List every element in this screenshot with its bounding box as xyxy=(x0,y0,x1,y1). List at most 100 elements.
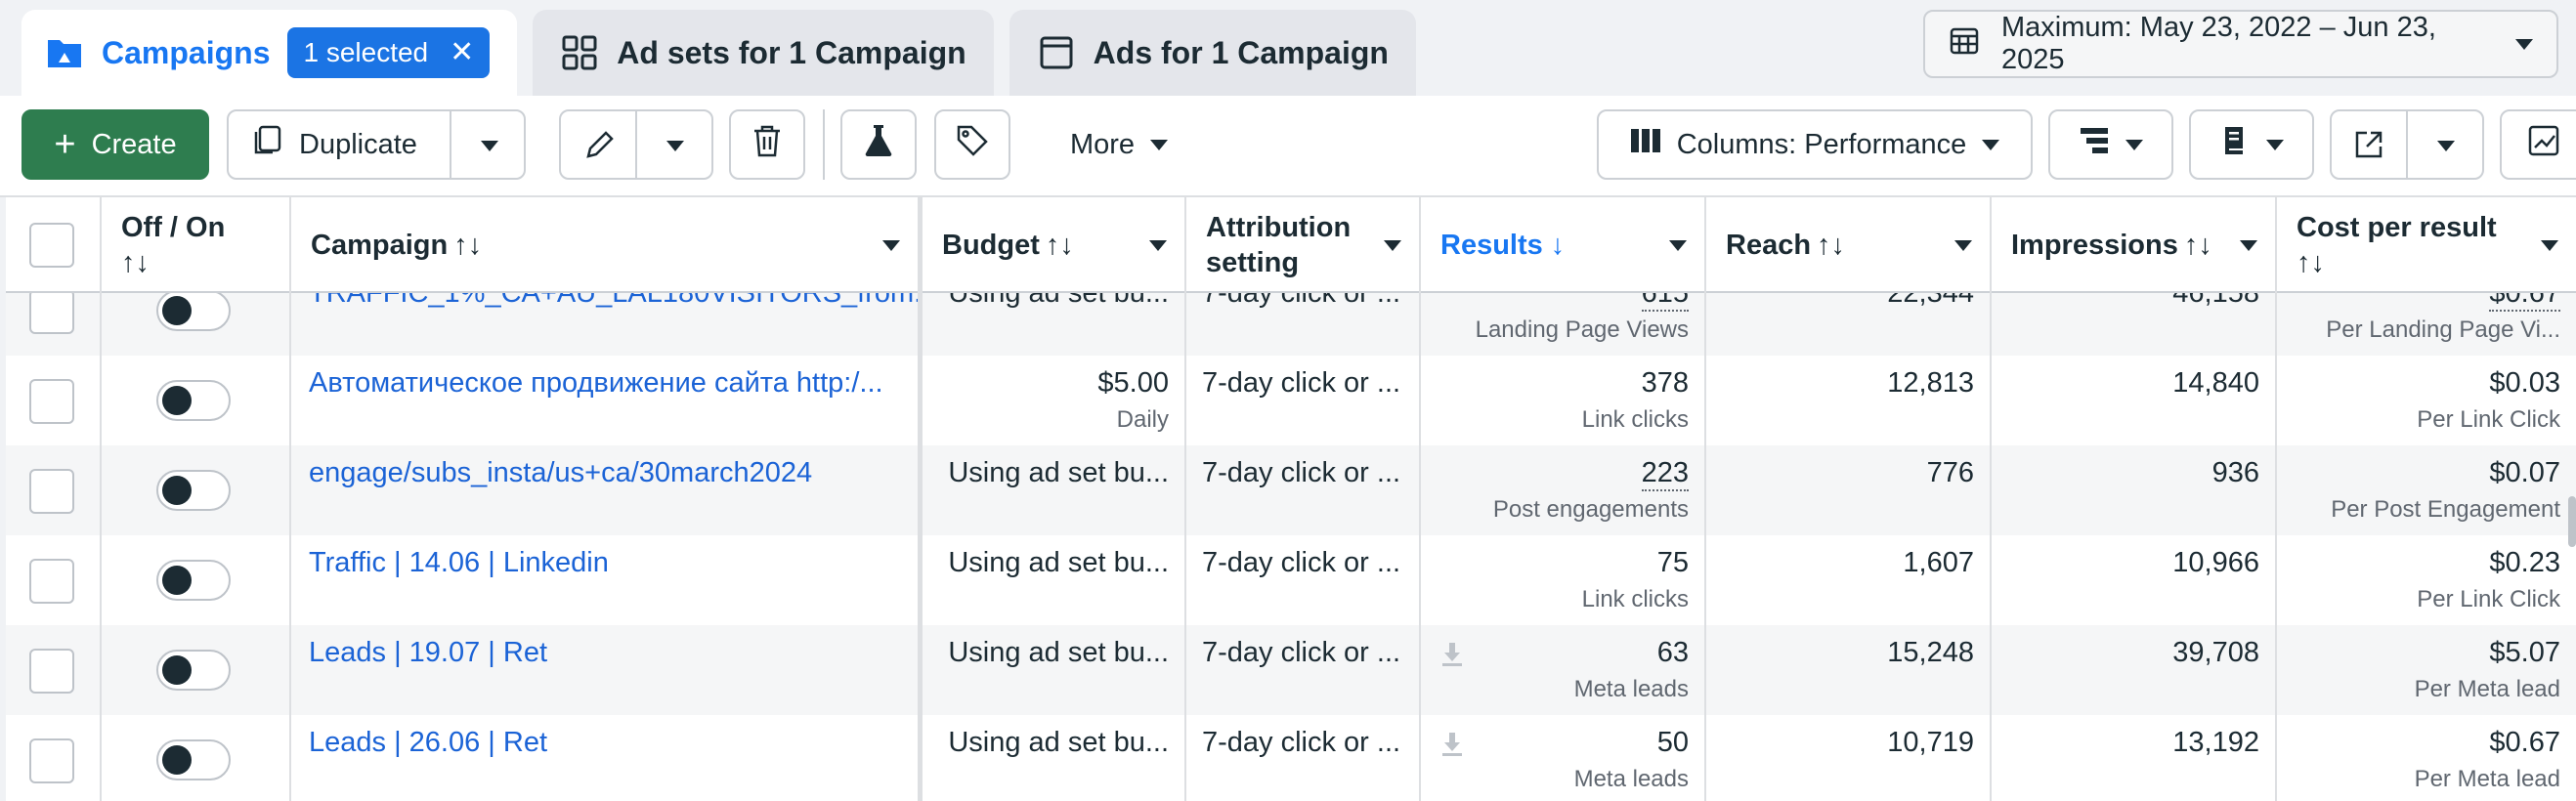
columns-button[interactable]: Columns: Performance xyxy=(1597,109,2033,180)
campaign-cell: Leads | 19.07 | Ret xyxy=(291,625,923,715)
select-all-checkbox[interactable] xyxy=(29,223,74,268)
header-reach[interactable]: Reach ↑↓ xyxy=(1706,197,1992,293)
results-cell: 223 Post engagements xyxy=(1421,445,1706,535)
date-range-picker[interactable]: Maximum: May 23, 2022 – Jun 23, 2025 xyxy=(1923,10,2558,78)
tab-adsets[interactable]: Ad sets for 1 Campaign xyxy=(533,10,994,96)
header-cost-per-result[interactable]: Cost per result ↑↓ xyxy=(2277,197,2576,293)
header-campaign[interactable]: Campaign ↑↓ xyxy=(291,197,923,293)
campaign-toggle[interactable] xyxy=(156,380,231,421)
tag-button[interactable] xyxy=(934,109,1010,180)
column-menu-icon[interactable] xyxy=(2541,240,2558,251)
tab-ads[interactable]: Ads for 1 Campaign xyxy=(1009,10,1416,96)
header-results[interactable]: Results ↓ xyxy=(1421,197,1706,293)
results-type: Link clicks xyxy=(1581,586,1689,612)
campaign-toggle[interactable] xyxy=(156,290,231,331)
cpr-cell: $0.07 Per Post Engagement xyxy=(2277,445,2576,535)
row-checkbox[interactable] xyxy=(29,738,74,783)
breakdown-dropdown-icon xyxy=(2125,139,2143,150)
reports-button[interactable] xyxy=(2189,109,2314,180)
impressions-value: 13,192 xyxy=(2172,727,2259,758)
column-menu-icon[interactable] xyxy=(1954,240,1972,251)
results-type: Meta leads xyxy=(1573,676,1689,702)
row-checkbox[interactable] xyxy=(29,559,74,604)
header-impressions[interactable]: Impressions ↑↓ xyxy=(1992,197,2277,293)
reports-icon xyxy=(2219,125,2251,164)
charts-button[interactable] xyxy=(2500,109,2576,180)
header-off-on[interactable]: Off / On ↑↓ xyxy=(102,197,291,293)
duplicate-button[interactable]: Duplicate xyxy=(227,109,526,180)
table-row[interactable]: Traffic | 14.06 | Linkedin Using ad set … xyxy=(6,535,2576,625)
download-icon[interactable] xyxy=(1440,731,1464,758)
level-tabs: Campaigns 1 selected ✕ Ad sets for 1 Cam… xyxy=(21,10,1416,96)
impressions-value: 39,708 xyxy=(2172,637,2259,668)
row-checkbox[interactable] xyxy=(29,379,74,424)
ad-window-icon xyxy=(1037,33,1076,72)
campaign-name-link[interactable]: Traffic | 14.06 | Linkedin xyxy=(309,547,609,579)
selected-badge[interactable]: 1 selected ✕ xyxy=(287,27,491,78)
toggle-cell xyxy=(102,715,291,801)
campaign-name-link[interactable]: Автоматическое продвижение сайта http:/.… xyxy=(309,367,883,400)
column-menu-icon[interactable] xyxy=(1384,240,1401,251)
budget-value: $5.00 xyxy=(1097,367,1169,399)
delete-button[interactable] xyxy=(729,109,805,180)
campaign-name-link[interactable]: Leads | 19.07 | Ret xyxy=(309,637,547,669)
campaign-toggle[interactable] xyxy=(156,650,231,691)
header-budget-label: Budget xyxy=(942,230,1040,261)
cpr-cell: $0.03 Per Link Click xyxy=(2277,356,2576,445)
budget-value: Using ad set bu... xyxy=(948,727,1169,758)
campaign-toggle[interactable] xyxy=(156,470,231,511)
columns-label: Columns: Performance xyxy=(1676,128,1967,160)
download-icon[interactable] xyxy=(1440,641,1464,668)
attribution-value: 7-day click or ... xyxy=(1202,457,1401,488)
column-menu-icon[interactable] xyxy=(882,240,900,251)
campaign-toggle[interactable] xyxy=(156,560,231,601)
cpr-type: Per Link Click xyxy=(2417,406,2560,433)
campaign-name-link[interactable]: Leads | 26.06 | Ret xyxy=(309,727,547,759)
impressions-cell: 10,966 xyxy=(1992,535,2277,625)
clear-selection-icon[interactable]: ✕ xyxy=(450,38,474,67)
export-dropdown-icon[interactable] xyxy=(2437,141,2455,151)
chevron-down-icon xyxy=(2515,38,2533,50)
export-button[interactable] xyxy=(2330,109,2484,180)
breakdown-button[interactable] xyxy=(2048,109,2173,180)
cpr-cell: $5.07 Per Meta lead xyxy=(2277,625,2576,715)
tab-ads-label: Ads for 1 Campaign xyxy=(1093,34,1389,70)
reach-cell: 776 xyxy=(1706,445,1992,535)
sort-icon: ↑↓ xyxy=(121,247,150,278)
horizontal-scrollbar[interactable] xyxy=(2568,496,2576,547)
header-attribution[interactable]: Attribution setting xyxy=(1186,197,1421,293)
column-menu-icon[interactable] xyxy=(1149,240,1167,251)
more-button[interactable]: More xyxy=(1046,109,1192,180)
impressions-cell: 14,840 xyxy=(1992,356,2277,445)
table-row[interactable]: engage/subs_insta/us+ca/30march2024 Usin… xyxy=(6,445,2576,535)
table-row[interactable]: Leads | 26.06 | Ret Using ad set bu... 7… xyxy=(6,715,2576,801)
create-button[interactable]: + Create xyxy=(21,109,209,180)
edit-button[interactable] xyxy=(559,109,713,180)
header-impressions-label: Impressions xyxy=(2011,230,2178,261)
row-checkbox[interactable] xyxy=(29,289,74,334)
row-checkbox[interactable] xyxy=(29,469,74,514)
date-range-label: Maximum: May 23, 2022 – Jun 23, 2025 xyxy=(2001,12,2436,75)
reach-cell: 15,248 xyxy=(1706,625,1992,715)
campaign-toggle[interactable] xyxy=(156,739,231,780)
attribution-cell: 7-day click or ... xyxy=(1186,535,1421,625)
budget-cell: Using ad set bu... xyxy=(923,535,1186,625)
table-row[interactable]: Автоматическое продвижение сайта http:/.… xyxy=(6,356,2576,445)
results-type: Post engagements xyxy=(1492,496,1689,523)
header-budget[interactable]: Budget ↑↓ xyxy=(923,197,1186,293)
table-row[interactable]: Leads | 19.07 | Ret Using ad set bu... 7… xyxy=(6,625,2576,715)
tab-campaigns[interactable]: Campaigns 1 selected ✕ xyxy=(21,10,518,96)
column-menu-icon[interactable] xyxy=(2240,240,2257,251)
campaigns-table: Off / On ↑↓ Campaign ↑↓ Budget ↑↓ Attrib… xyxy=(6,197,2576,801)
attribution-cell: 7-day click or ... xyxy=(1186,356,1421,445)
duplicate-dropdown-icon[interactable] xyxy=(481,141,498,151)
results-value: 50 xyxy=(1656,727,1689,758)
row-checkbox[interactable] xyxy=(29,649,74,694)
campaign-name-link[interactable]: engage/subs_insta/us+ca/30march2024 xyxy=(309,457,812,489)
column-menu-icon[interactable] xyxy=(1669,240,1687,251)
attribution-value: 7-day click or ... xyxy=(1202,367,1401,399)
edit-dropdown-icon[interactable] xyxy=(666,141,684,151)
cpr-cell: $0.23 Per Link Click xyxy=(2277,535,2576,625)
split-separator xyxy=(635,111,637,178)
ab-test-button[interactable] xyxy=(840,109,917,180)
